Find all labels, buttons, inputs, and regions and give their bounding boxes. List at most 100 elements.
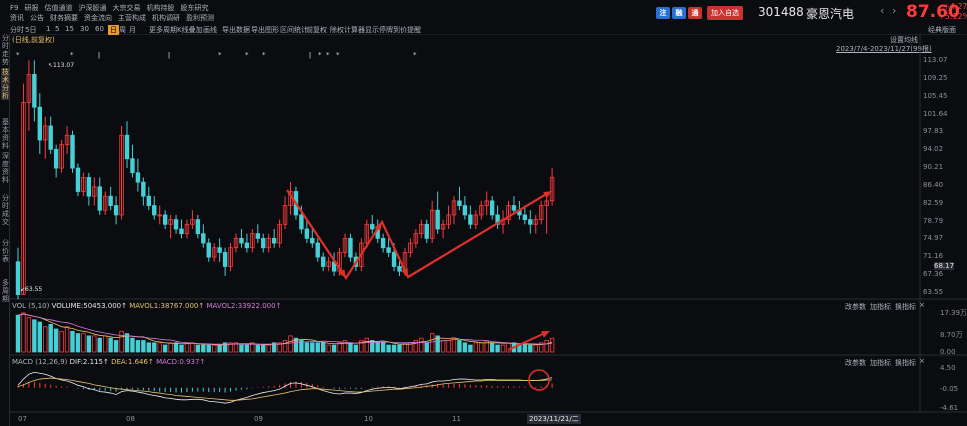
candle-body <box>489 200 495 216</box>
event-marker-icon: * <box>326 51 330 59</box>
candle-body <box>75 167 81 192</box>
candle-body <box>244 242 250 249</box>
panel-button[interactable]: 改参数 <box>845 358 866 368</box>
volume-bar <box>201 344 206 353</box>
y-tick-label: 101.64 <box>923 109 948 118</box>
close-icon[interactable]: × <box>919 301 925 309</box>
vol-value: VOLUME:50453.000 <box>51 302 122 310</box>
volume-bar <box>386 344 391 353</box>
x-tick-label: 08 <box>126 415 135 423</box>
y-tick-label: 113.07 <box>923 56 948 64</box>
volume-bar <box>331 344 337 353</box>
volume-bar <box>119 330 124 353</box>
arrow-up-icon: ↑ <box>121 302 127 310</box>
volume-bar <box>59 330 64 353</box>
volume-bar <box>141 340 146 353</box>
volume-bar <box>152 342 157 353</box>
volume-bar <box>468 344 473 353</box>
volume-bar <box>184 342 190 353</box>
volume-bar <box>375 342 380 353</box>
candle-body <box>146 195 151 206</box>
candle-body <box>271 237 277 244</box>
volume-bar <box>348 342 353 353</box>
volume-bar <box>500 344 506 353</box>
volume-bar <box>43 326 48 353</box>
macd-header: MACD (12,26,9) DIF:2.115↑ DEA:1.646↑ MAC… <box>12 358 205 366</box>
volume-bar <box>21 312 26 353</box>
panel-button[interactable]: 换指标 <box>895 358 916 368</box>
volume-bar <box>206 344 211 353</box>
macd-y-tick: -0.05 <box>940 385 959 393</box>
candle-body <box>201 233 206 244</box>
candle-body <box>468 214 473 225</box>
volume-bar <box>255 344 260 353</box>
arrow-up-icon: ↑ <box>198 302 205 310</box>
candle-body <box>261 237 266 249</box>
candle-body <box>32 73 37 108</box>
candle-body <box>397 266 402 272</box>
y-tick-label: 86.40 <box>923 180 944 189</box>
candle-body <box>320 256 326 267</box>
volume-bar <box>135 340 141 353</box>
volume-bar <box>457 340 462 353</box>
candle-body <box>86 177 92 197</box>
volume-bar <box>173 342 179 353</box>
volume-bar <box>282 340 288 353</box>
y-tick-label: 71.16 <box>923 252 944 261</box>
panel-button[interactable]: 加指标 <box>870 358 891 368</box>
volume-bar <box>146 342 151 353</box>
candle-body <box>141 181 146 197</box>
candle-body <box>124 134 130 160</box>
volume-bar <box>97 337 102 353</box>
volume-bar <box>103 335 108 353</box>
candle-body <box>310 237 315 244</box>
volume-bar <box>479 342 484 353</box>
y-tick-label: 109.25 <box>923 73 948 82</box>
volume-bar <box>364 337 369 353</box>
volume-bar <box>162 344 168 353</box>
volume-bar <box>544 340 549 353</box>
volume-bar <box>440 340 446 353</box>
volume-bar <box>53 328 59 353</box>
y-tick-label: 67.36 <box>923 270 944 279</box>
y-tick-label: 90.21 <box>923 163 944 172</box>
volume-bar <box>179 344 184 353</box>
y-tick-label: 78.79 <box>923 216 944 225</box>
mavol2-value: MAVOL2:33922.000 <box>206 302 276 310</box>
panel-button[interactable]: 改参数 <box>845 302 866 312</box>
volume-bar <box>337 342 342 353</box>
candle-body <box>457 200 462 206</box>
volume-bar <box>397 344 402 353</box>
event-marker-icon: * <box>262 51 266 59</box>
volume-bar <box>26 317 32 353</box>
x-cursor-label: 2023/11/21/二 <box>527 414 581 424</box>
candle-body <box>528 219 533 225</box>
candle-body <box>152 205 157 216</box>
volume-bar <box>266 344 271 353</box>
close-icon[interactable]: × <box>919 357 925 365</box>
candle-body <box>424 223 429 239</box>
volume-bar <box>310 342 315 353</box>
event-marker-icon: * <box>16 51 20 59</box>
volume-bar <box>320 342 326 353</box>
candle-body <box>179 228 184 235</box>
volume-bar <box>15 314 21 353</box>
candle-body <box>370 223 375 230</box>
candle-body <box>255 233 260 239</box>
volume-bar <box>380 342 386 353</box>
dif-value: DIF:2.115 <box>69 358 103 366</box>
candle-body <box>108 195 113 206</box>
volume-bar <box>37 321 42 353</box>
high-price-label: ↖113.07 <box>48 62 74 69</box>
macd-title: MACD (12,26,9) <box>12 358 68 366</box>
volume-bar <box>533 344 538 353</box>
volume-bar <box>239 344 244 353</box>
volume-bar <box>528 344 533 353</box>
panel-button[interactable]: 换指标 <box>895 302 916 312</box>
volume-bar <box>168 342 173 353</box>
volume-bar <box>446 340 451 353</box>
candle-body <box>511 205 517 211</box>
panel-button[interactable]: 加指标 <box>870 302 891 312</box>
volume-bar <box>92 335 97 353</box>
volume-bar <box>326 344 331 353</box>
